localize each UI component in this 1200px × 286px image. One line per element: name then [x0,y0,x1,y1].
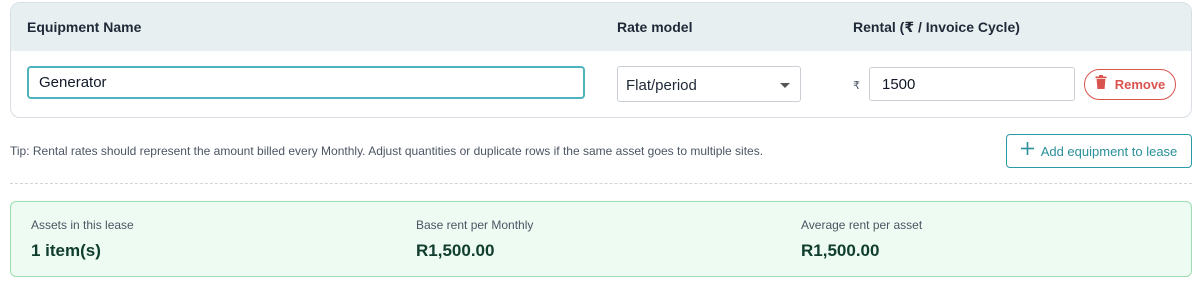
summary-base-rent: Base rent per Monthly R1,500.00 [416,218,533,261]
equipment-name-input[interactable] [27,66,585,99]
remove-button[interactable]: Remove [1084,69,1176,100]
summary-average-rent-label: Average rent per asset [801,218,923,232]
table-header: Equipment Name Rate model Rental (₹ / In… [11,3,1191,51]
summary-assets-label: Assets in this lease [31,218,134,232]
summary-assets: Assets in this lease 1 item(s) [31,218,134,261]
summary-base-rent-value: R1,500.00 [416,241,495,260]
remove-button-label: Remove [1114,77,1166,92]
currency-symbol: ₹ [853,80,860,92]
section-divider [10,183,1192,184]
chevron-down-icon [780,83,790,88]
equipment-table: Equipment Name Rate model Rental (₹ / In… [10,2,1192,118]
rate-model-select[interactable]: Flat/period [617,66,801,102]
column-header-rental: Rental (₹ / Invoice Cycle) [853,19,1020,35]
summary-average-rent: Average rent per asset R1,500.00 [801,218,922,261]
plus-icon [1020,142,1034,160]
add-equipment-button-label: Add equipment to lease [1040,143,1178,159]
rate-model-value: Flat/period [626,77,697,94]
tip-text: Tip: Rental rates should represent the a… [10,144,764,158]
column-header-equipment-name: Equipment Name [27,19,142,35]
lease-summary: Assets in this lease 1 item(s) Base rent… [10,201,1192,277]
rental-amount-input[interactable] [869,67,1075,101]
summary-base-rent-label: Base rent per Monthly [416,218,534,232]
add-equipment-button[interactable]: Add equipment to lease [1006,134,1192,168]
column-header-rate-model: Rate model [617,19,693,35]
trash-icon [1095,75,1107,94]
summary-assets-value: 1 item(s) [31,241,101,260]
summary-average-rent-value: R1,500.00 [801,241,880,260]
